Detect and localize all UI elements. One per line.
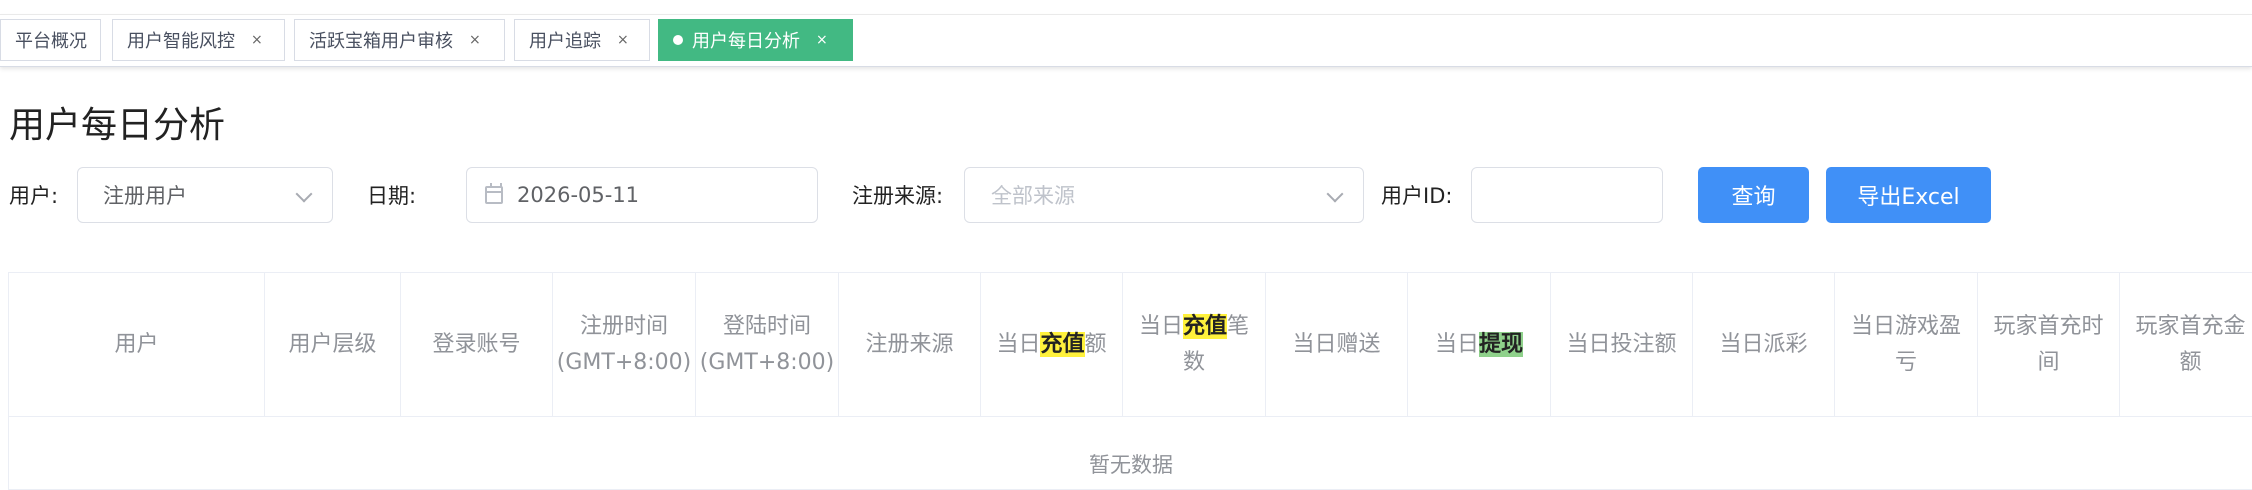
user-filter-label: 用户: [9,184,59,208]
tab-active-chest-review[interactable]: 活跃宝箱用户审核 × [294,19,505,61]
date-filter-label: 日期: [367,184,417,208]
active-dot-icon [673,35,683,45]
col-login-account[interactable]: 登录账号 [401,273,553,416]
col-login-time[interactable]: 登陆时间(GMT+8:00) [696,273,839,416]
col-daily-recharge-amount[interactable]: 当日充值额 [981,273,1123,416]
tags-view-bar: 平台概况 用户智能风控 × 活跃宝箱用户审核 × 用户追踪 × 用户每日分析 × [0,15,2252,67]
col-register-source[interactable]: 注册来源 [839,273,981,416]
tab-label: 用户每日分析 [692,31,800,52]
col-daily-gift[interactable]: 当日赠送 [1266,273,1408,416]
tab-platform-overview[interactable]: 平台概况 [0,19,101,61]
tab-label: 平台概况 [15,31,87,52]
col-user[interactable]: 用户 [9,273,265,416]
query-button[interactable]: 查询 [1698,167,1809,223]
col-register-time[interactable]: 注册时间(GMT+8:00) [553,273,696,416]
userid-input[interactable] [1471,167,1663,223]
close-icon[interactable]: × [251,32,263,48]
tab-user-daily-analysis[interactable]: 用户每日分析 × [658,19,853,61]
source-select[interactable]: 全部来源 [964,167,1364,223]
col-first-recharge-time[interactable]: 玩家首充时间 [1978,273,2120,416]
col-daily-recharge-count[interactable]: 当日充值笔数 [1123,273,1266,416]
page-title: 用户每日分析 [9,105,226,146]
chevron-down-icon [1326,185,1344,203]
data-table: 用户 用户层级 登录账号 注册时间(GMT+8:00) 登陆时间(GMT+8:0… [8,272,2252,490]
source-placeholder: 全部来源 [991,184,1075,208]
col-daily-bet-amount[interactable]: 当日投注额 [1551,273,1693,416]
date-value: 2026-05-11 [517,183,640,207]
highlight-withdraw: 提现 [1479,331,1524,357]
tab-user-risk-control[interactable]: 用户智能风控 × [112,19,285,61]
tab-user-tracking[interactable]: 用户追踪 × [514,19,650,61]
highlight-recharge: 充值 [1182,313,1227,339]
tab-label: 用户智能风控 [127,31,235,52]
user-type-select[interactable]: 注册用户 [77,167,333,223]
table-header: 用户 用户层级 登录账号 注册时间(GMT+8:00) 登陆时间(GMT+8:0… [9,273,2252,417]
highlight-recharge: 充值 [1040,331,1085,357]
export-excel-button[interactable]: 导出Excel [1826,167,1991,223]
empty-table-text: 暂无数据 [1089,453,1173,477]
col-daily-payout[interactable]: 当日派彩 [1693,273,1835,416]
tab-label: 活跃宝箱用户审核 [309,31,453,52]
chevron-down-icon [295,185,313,203]
tab-label: 用户追踪 [529,31,601,52]
col-first-recharge-amount[interactable]: 玩家首充金额 [2120,273,2252,416]
source-filter-label: 注册来源: [852,184,944,208]
user-type-value: 注册用户 [103,184,187,208]
close-icon[interactable]: × [469,32,481,48]
close-icon[interactable]: × [816,32,828,48]
col-daily-game-pnl[interactable]: 当日游戏盈亏 [1835,273,1978,416]
date-picker[interactable]: 2026-05-11 [466,167,818,223]
userid-filter-label: 用户ID: [1381,184,1453,208]
close-icon[interactable]: × [617,32,629,48]
col-user-level[interactable]: 用户层级 [265,273,401,416]
col-daily-withdraw[interactable]: 当日提现 [1408,273,1551,416]
calendar-icon [485,183,503,204]
